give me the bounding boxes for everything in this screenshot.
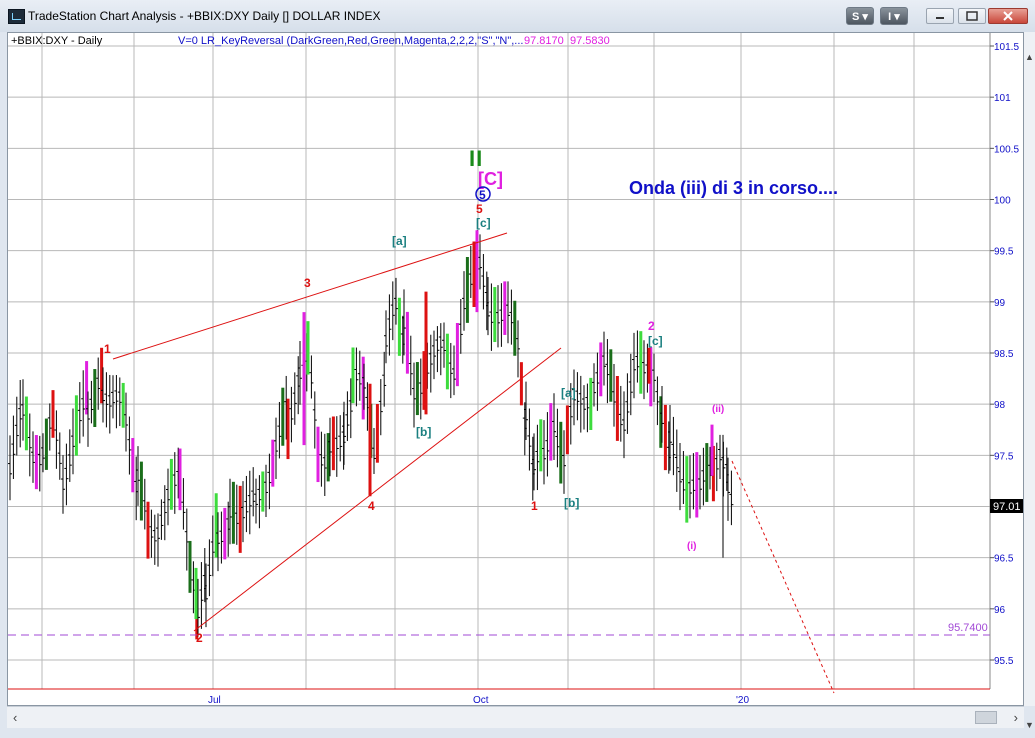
- indicator-value-1: 97.8170: [524, 35, 564, 47]
- close-button[interactable]: [988, 8, 1028, 24]
- chart-grid: [8, 33, 990, 689]
- tradestation-app-icon: [8, 9, 25, 24]
- s-button-label: S: [852, 11, 860, 23]
- price-tick-label: 97.5: [994, 451, 1014, 462]
- scroll-left-icon[interactable]: ‹: [13, 710, 17, 725]
- scroll-thumb[interactable]: [975, 711, 997, 724]
- chart-window: TradeStation Chart Analysis - +BBIX:DXY …: [0, 0, 1035, 738]
- time-tick-label: Jul: [208, 695, 221, 705]
- price-tick-label: 101.5: [994, 42, 1019, 53]
- time-tick-label: '20: [736, 695, 749, 705]
- price-tick-label: 98.5: [994, 349, 1014, 360]
- price-tick-label: 96.5: [994, 554, 1014, 565]
- wave-annotation: Onda (iii) di 3 in corso....: [629, 178, 838, 198]
- s-dropdown-button[interactable]: S ▾: [846, 7, 874, 25]
- price-axis: 101.5101100.510099.59998.59897.59796.596…: [990, 42, 1019, 667]
- last-price-value: 97.01: [993, 501, 1021, 513]
- wave-label: [a]: [392, 234, 407, 248]
- title-bar[interactable]: TradeStation Chart Analysis - +BBIX:DXY …: [0, 0, 1035, 32]
- wave-label: 2: [196, 631, 203, 645]
- vertical-scrollbar[interactable]: ▲ ▼: [1024, 32, 1035, 730]
- symbol-label: +BBIX:DXY - Daily: [11, 35, 103, 47]
- wave-label: [c]: [476, 216, 491, 230]
- wave-label: (i): [687, 541, 696, 552]
- wave-label: [a]: [561, 386, 576, 400]
- price-bars: [8, 230, 734, 640]
- price-tick-label: 99.5: [994, 247, 1014, 258]
- wave-label: 2: [648, 319, 655, 333]
- price-tick-label: 95.5: [994, 656, 1014, 667]
- wave-label: 5: [476, 202, 483, 216]
- indicator-label: V=0 LR_KeyReversal (DarkGreen,Red,Green,…: [178, 35, 523, 47]
- wave-label: [b]: [416, 425, 431, 439]
- price-tick-label: 96: [994, 605, 1006, 616]
- price-tick-label: 98: [994, 400, 1006, 411]
- wave-label: [b]: [564, 496, 579, 510]
- minimize-icon: [936, 17, 944, 19]
- scroll-right-icon[interactable]: ›: [1014, 710, 1018, 725]
- price-tick-label: 100.5: [994, 144, 1019, 155]
- time-tick-label: Oct: [473, 695, 489, 705]
- close-icon: [1003, 11, 1013, 21]
- wave-label: 1: [104, 342, 111, 356]
- wave-label: [c]: [648, 334, 663, 348]
- indicator-value-2: 97.5830: [570, 35, 610, 47]
- wave-label: 4: [368, 499, 375, 513]
- chart-svg[interactable]: 101.5101100.510099.59998.59897.59796.596…: [8, 33, 1024, 706]
- maximize-button[interactable]: [958, 8, 986, 24]
- wave-label: 3: [304, 276, 311, 290]
- minimize-button[interactable]: [926, 8, 954, 24]
- horizontal-level-value: 95.7400: [948, 622, 988, 634]
- wave-label: [C]: [478, 169, 503, 189]
- wave-label: (ii): [712, 404, 724, 415]
- price-tick-label: 100: [994, 196, 1011, 207]
- time-axis: Jul Oct '20: [208, 695, 749, 706]
- maximize-icon: [966, 11, 978, 21]
- scroll-down-icon[interactable]: ▼: [1025, 720, 1034, 730]
- i-button-label: I: [888, 11, 892, 23]
- price-tick-label: 99: [994, 298, 1006, 309]
- scroll-up-icon[interactable]: ▲: [1025, 52, 1034, 62]
- lower-wedge-trendline: [193, 347, 562, 632]
- window-title: TradeStation Chart Analysis - +BBIX:DXY …: [28, 9, 381, 23]
- price-tick-label: 101: [994, 93, 1011, 104]
- horizontal-scrollbar[interactable]: ‹ ›: [7, 706, 1024, 728]
- i-dropdown-button[interactable]: I ▾: [880, 7, 908, 25]
- key-reversal-marker: II: [469, 146, 483, 171]
- projection-dotted-line: [731, 460, 835, 694]
- wave-label: 1: [531, 499, 538, 513]
- price-chart[interactable]: 101.5101100.510099.59998.59897.59796.596…: [7, 32, 1024, 706]
